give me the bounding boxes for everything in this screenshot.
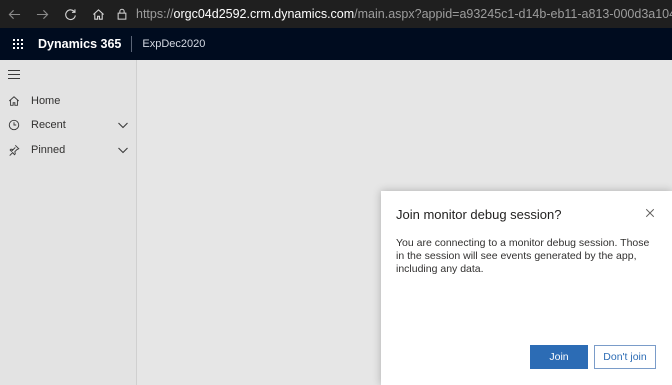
close-icon[interactable] <box>643 206 657 220</box>
app-launcher-icon[interactable] <box>0 28 36 60</box>
dialog-message: You are connecting to a monitor debug se… <box>396 237 650 275</box>
pin-icon <box>7 143 21 157</box>
sidebar-item-label: Recent <box>31 119 66 131</box>
forward-arrow-icon[interactable] <box>28 0 56 28</box>
refresh-icon[interactable] <box>56 0 84 28</box>
sidebar-item-label: Pinned <box>31 144 66 156</box>
home-icon[interactable] <box>84 0 112 28</box>
url-text: https://orgc04d2592.crm.dynamics.com/mai… <box>136 7 672 21</box>
sitemap-sidebar: Home Recent Pinned <box>0 60 137 385</box>
url-path: /main.aspx?appid=a93245c1-d14b-eb11-a813… <box>354 7 672 21</box>
dont-join-button[interactable]: Don't join <box>594 345 656 369</box>
app-title[interactable]: Dynamics 365 <box>38 37 131 51</box>
chevron-down-icon[interactable] <box>117 144 129 156</box>
dialog-title: Join monitor debug session? <box>396 207 562 222</box>
sidebar-item-pinned[interactable]: Pinned <box>0 138 137 162</box>
lock-icon <box>116 7 128 21</box>
sidebar-item-label: Home <box>31 95 61 107</box>
environment-name[interactable]: ExpDec2020 <box>142 38 205 50</box>
join-button[interactable]: Join <box>530 345 588 369</box>
app-header: Dynamics 365 ExpDec2020 <box>0 28 672 60</box>
back-arrow-icon[interactable] <box>0 0 28 28</box>
chevron-down-icon[interactable] <box>117 119 129 131</box>
hamburger-menu-icon[interactable] <box>8 70 20 82</box>
header-divider <box>131 36 133 52</box>
join-debug-session-dialog: Join monitor debug session? You are conn… <box>381 191 672 385</box>
home-icon <box>7 94 21 108</box>
url-scheme: https:// <box>136 7 174 21</box>
clock-icon <box>7 118 21 132</box>
url-host: orgc04d2592.crm.dynamics.com <box>173 7 355 21</box>
sidebar-item-recent[interactable]: Recent <box>0 113 137 137</box>
browser-toolbar: https://orgc04d2592.crm.dynamics.com/mai… <box>0 0 672 28</box>
address-bar[interactable]: https://orgc04d2592.crm.dynamics.com/mai… <box>116 0 672 28</box>
sidebar-item-home[interactable]: Home <box>0 89 137 113</box>
